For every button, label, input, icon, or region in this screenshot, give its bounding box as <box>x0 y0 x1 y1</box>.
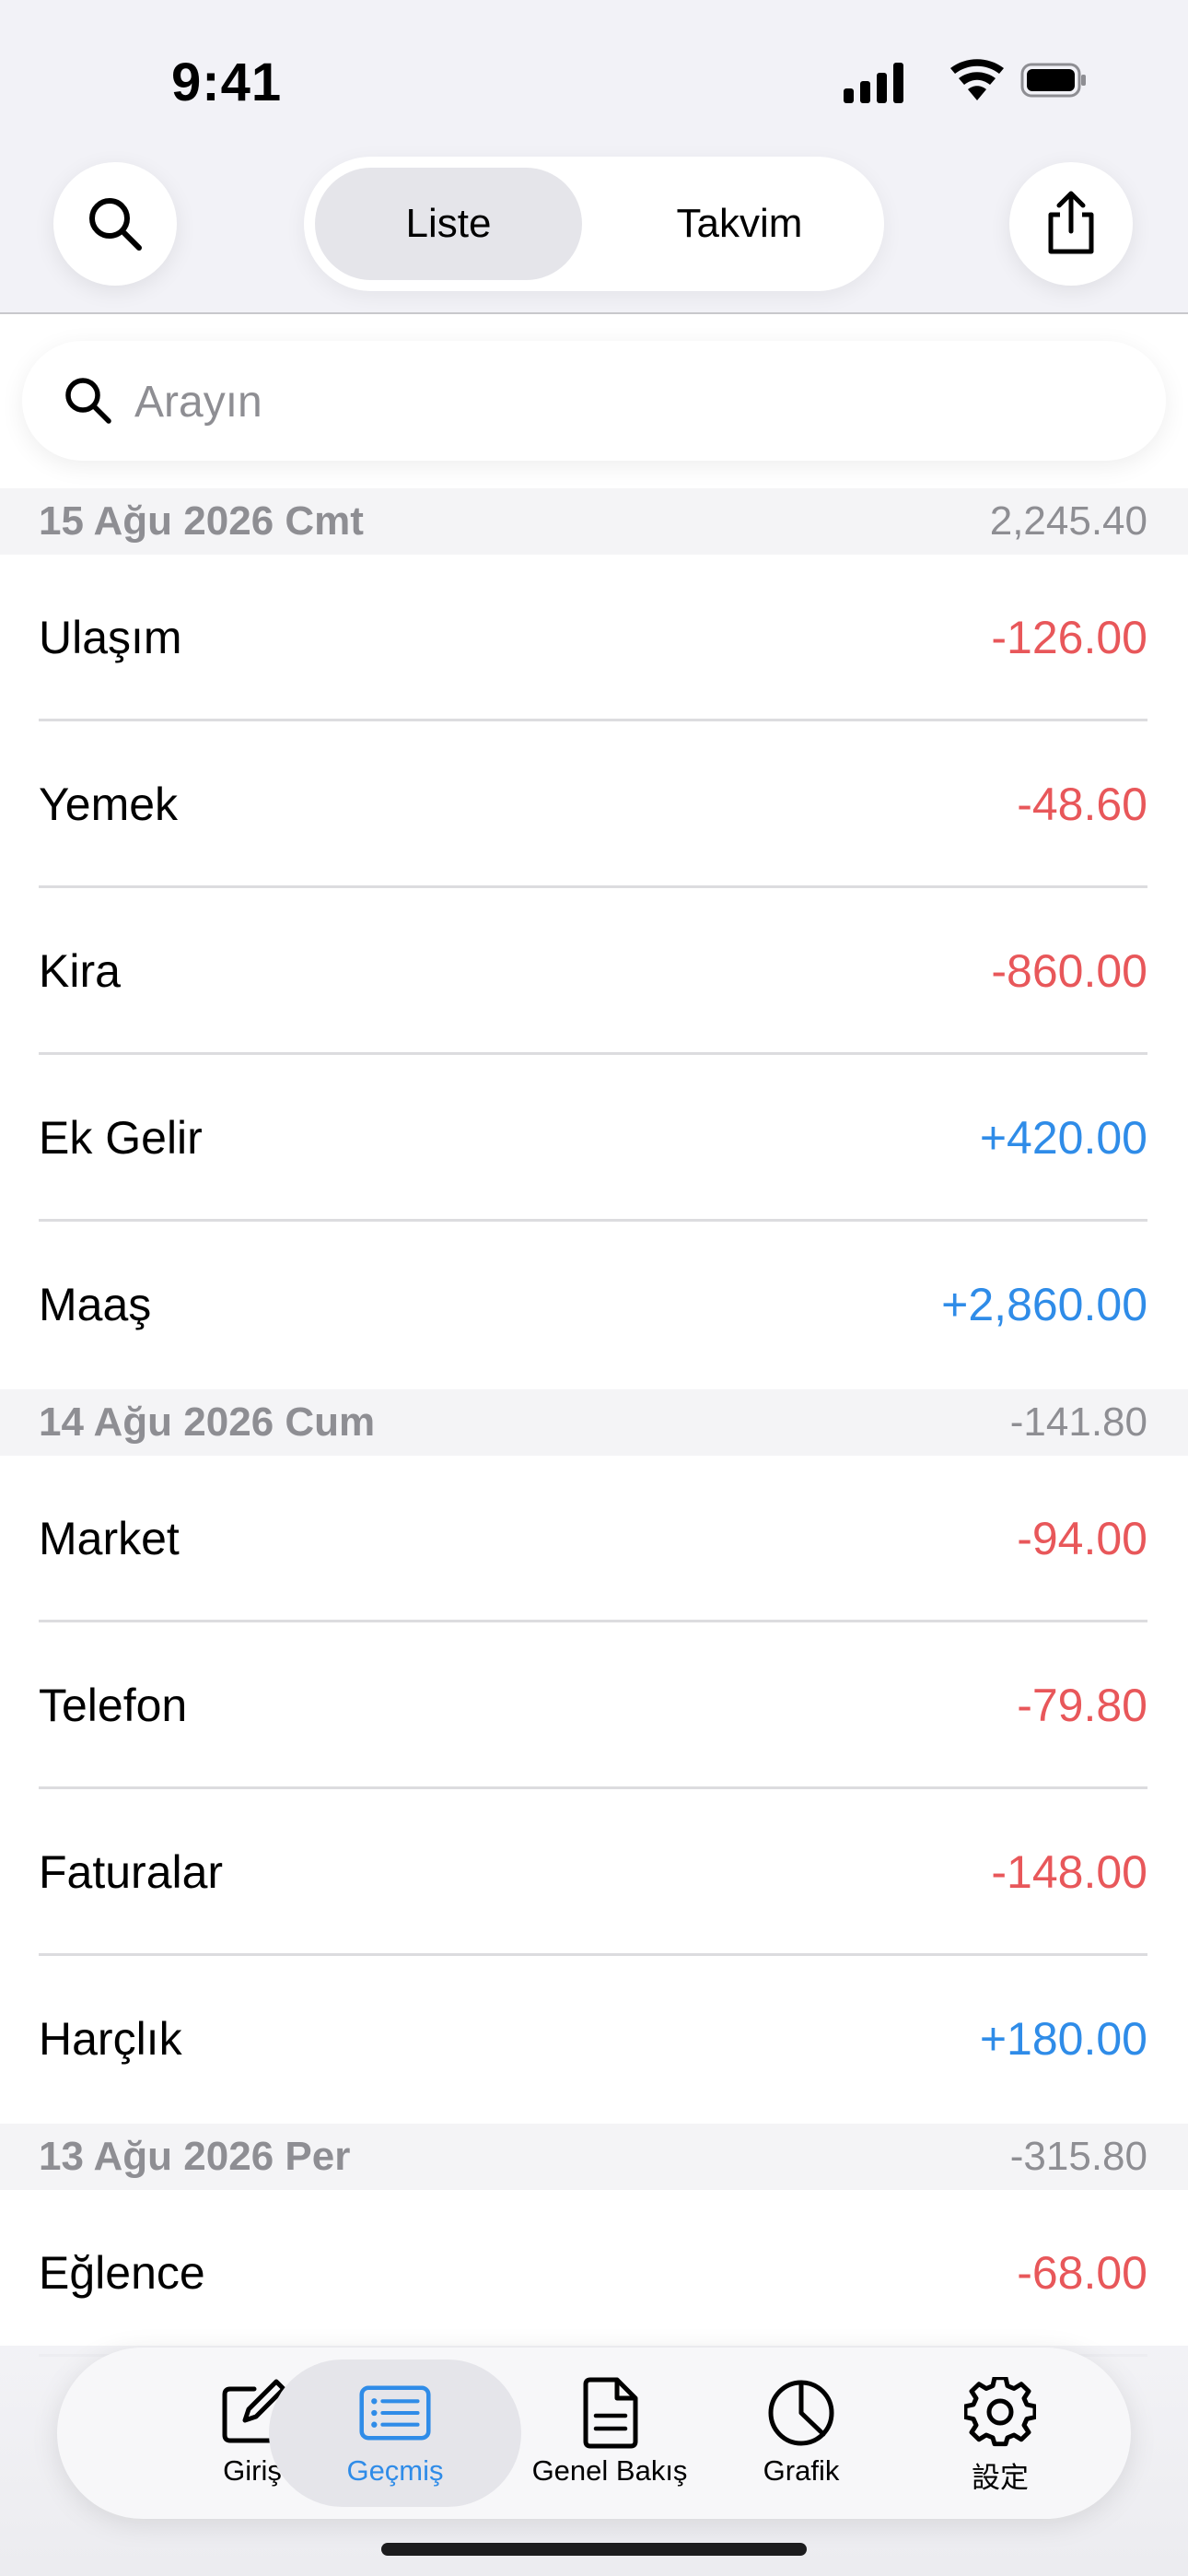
transaction-amount: -48.60 <box>1017 779 1147 830</box>
share-icon <box>1048 191 1094 254</box>
transaction-amount: -126.00 <box>991 612 1147 663</box>
transaction-row[interactable]: Kira -860.00 <box>0 888 1188 1055</box>
search-input[interactable] <box>133 363 1131 440</box>
segment-liste[interactable]: Liste <box>315 168 582 280</box>
status-icons <box>838 57 1087 107</box>
transaction-row[interactable]: Harçlık +180.00 <box>0 1956 1188 2124</box>
section-total: -141.80 <box>1009 1399 1147 1445</box>
search-field[interactable] <box>22 341 1166 461</box>
transaction-row[interactable]: Faturalar -148.00 <box>0 1789 1188 1956</box>
transaction-category: Kira <box>39 945 121 997</box>
section-date: 14 Ağu 2026 Cum <box>39 1399 376 1445</box>
signal-icon <box>844 63 903 103</box>
transaction-category: Faturalar <box>39 1846 224 1898</box>
tab-grafik[interactable]: Grafik <box>700 2348 903 2519</box>
transaction-category: Yemek <box>39 779 179 830</box>
transaction-amount: +420.00 <box>979 1112 1147 1164</box>
battery-icon <box>1020 63 1086 98</box>
view-mode-segmented-control: Liste Takvim <box>304 157 884 291</box>
transaction-amount: +2,860.00 <box>941 1279 1147 1330</box>
segment-takvim[interactable]: Takvim <box>606 168 873 280</box>
tab-label: Geçmiş <box>346 2454 444 2487</box>
transaction-category: Eğlence <box>39 2247 205 2299</box>
gear-icon <box>964 2377 1036 2449</box>
transaction-amount: -68.00 <box>1017 2247 1147 2299</box>
section-total: -315.80 <box>1009 2134 1147 2179</box>
pie-chart-icon <box>765 2377 837 2449</box>
transaction-row[interactable]: Ulaşım -126.00 <box>0 555 1188 721</box>
section-total: 2,245.40 <box>989 498 1147 544</box>
transaction-amount: -94.00 <box>1017 1513 1147 1564</box>
wifi-icon <box>950 59 1004 100</box>
tab-label: 設定 <box>972 2462 1029 2494</box>
section-header: 14 Ağu 2026 Cum -141.80 <box>0 1389 1188 1456</box>
transaction-row[interactable]: Eğlence -68.00 <box>0 2190 1188 2357</box>
document-icon <box>574 2377 646 2449</box>
search-button[interactable] <box>53 162 177 286</box>
transaction-amount: -860.00 <box>991 945 1147 997</box>
transaction-category: Maaş <box>39 1279 152 1330</box>
tab-settings[interactable]: 設定 <box>899 2348 1101 2519</box>
tab-bar: Giriş Geçmiş Genel Bakış Grafik 設定 <box>57 2348 1131 2519</box>
transaction-category: Harçlık <box>39 2013 182 2065</box>
transaction-category: Ulaşım <box>39 612 182 663</box>
transaction-row[interactable]: Market -94.00 <box>0 1456 1188 1622</box>
tab-genel-bakis[interactable]: Genel Bakış <box>508 2348 711 2519</box>
transaction-row[interactable]: Telefon -79.80 <box>0 1622 1188 1789</box>
transaction-amount: +180.00 <box>979 2013 1147 2065</box>
section-header: 13 Ağu 2026 Per -315.80 <box>0 2124 1188 2190</box>
transaction-list: 15 Ağu 2026 Cmt 2,245.40 Ulaşım -126.00 … <box>0 488 1188 2357</box>
status-time: 9:41 <box>171 53 283 112</box>
search-field-icon <box>59 371 118 430</box>
search-icon <box>89 198 142 251</box>
home-indicator <box>381 2543 807 2556</box>
header-divider <box>0 312 1188 314</box>
section-date: 13 Ağu 2026 Per <box>39 2134 351 2179</box>
transaction-row[interactable]: Yemek -48.60 <box>0 721 1188 888</box>
transaction-category: Market <box>39 1513 180 1564</box>
tab-label: Grafik <box>763 2454 840 2487</box>
share-button[interactable] <box>1009 162 1133 286</box>
tab-label: Genel Bakış <box>531 2454 688 2487</box>
section-header: 15 Ağu 2026 Cmt 2,245.40 <box>0 488 1188 555</box>
transaction-amount: -79.80 <box>1017 1680 1147 1731</box>
section-date: 15 Ağu 2026 Cmt <box>39 498 364 544</box>
history-list-icon <box>359 2377 431 2449</box>
transaction-row[interactable]: Ek Gelir +420.00 <box>0 1055 1188 1222</box>
transaction-category: Ek Gelir <box>39 1112 203 1164</box>
transaction-category: Telefon <box>39 1680 188 1731</box>
transaction-row[interactable]: Maaş +2,860.00 <box>0 1222 1188 1389</box>
tab-gecmis[interactable]: Geçmiş <box>269 2359 521 2507</box>
transaction-amount: -148.00 <box>991 1846 1147 1898</box>
